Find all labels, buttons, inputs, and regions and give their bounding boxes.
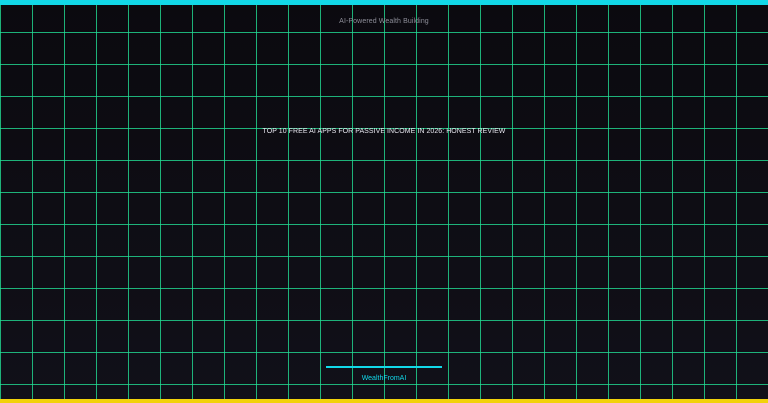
brand-divider <box>326 366 442 368</box>
grid-background <box>0 0 768 403</box>
top-accent-bar <box>0 0 768 5</box>
bottom-accent-bar <box>0 399 768 403</box>
thumbnail-card: AI-Powered Wealth Building TOP 10 FREE A… <box>0 0 768 403</box>
category-label: AI-Powered Wealth Building <box>339 18 429 25</box>
headline: TOP 10 FREE AI APPS FOR PASSIVE INCOME I… <box>262 128 506 135</box>
brand-name: WealthFromAI <box>361 375 407 382</box>
